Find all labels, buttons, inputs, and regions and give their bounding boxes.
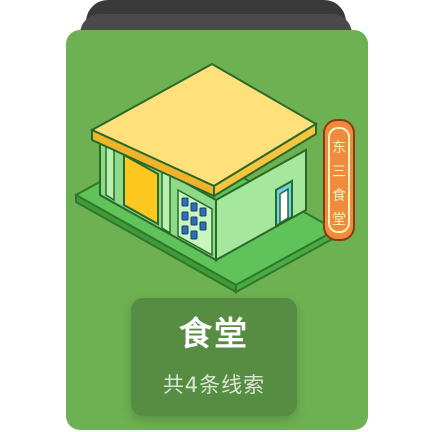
location-info-panel: 食堂 共4条线索 <box>131 298 297 416</box>
canteen-sign-icon: 东 三 食 堂 <box>323 119 355 241</box>
svg-text:三: 三 <box>332 164 346 180</box>
svg-text:堂: 堂 <box>332 212 346 228</box>
canteen-building-icon: 东 三 食 堂 <box>73 62 355 294</box>
clue-count: 共4条线索 <box>162 373 266 397</box>
svg-text:东: 东 <box>332 140 346 156</box>
place-name: 食堂 <box>179 314 249 353</box>
svg-text:食: 食 <box>332 187 346 204</box>
location-card[interactable]: 东 三 食 堂 食堂 共4条线索 <box>66 30 368 430</box>
card-stage: 东 三 食 堂 食堂 共4条线索 <box>0 0 432 432</box>
